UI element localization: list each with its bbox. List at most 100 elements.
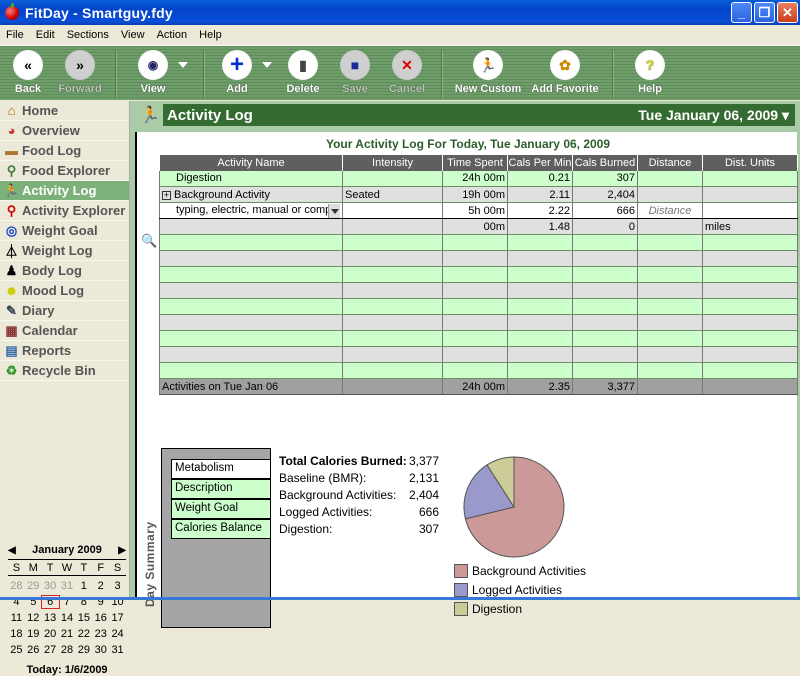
calendar-day[interactable]: 31 bbox=[109, 644, 126, 656]
empty-cell[interactable] bbox=[702, 362, 798, 379]
menu-help[interactable]: Help bbox=[193, 29, 228, 41]
empty-row[interactable] bbox=[159, 250, 798, 267]
close-button[interactable]: ✕ bbox=[777, 2, 798, 23]
empty-cell[interactable] bbox=[637, 266, 703, 283]
empty-cell[interactable] bbox=[702, 266, 798, 283]
empty-cell[interactable] bbox=[507, 282, 573, 299]
calendar-day[interactable]: 23 bbox=[92, 628, 109, 640]
empty-cell[interactable] bbox=[702, 234, 798, 251]
empty-cell[interactable] bbox=[572, 234, 638, 251]
intensity-cell[interactable]: Seated bbox=[342, 186, 443, 203]
empty-cell[interactable] bbox=[442, 362, 508, 379]
calendar-day[interactable]: 31 bbox=[59, 580, 76, 592]
empty-cell[interactable] bbox=[159, 234, 343, 251]
empty-cell[interactable] bbox=[702, 298, 798, 315]
dropdown-arrow-icon[interactable] bbox=[328, 203, 340, 218]
empty-row[interactable] bbox=[159, 282, 798, 299]
empty-cell[interactable] bbox=[637, 314, 703, 331]
sidebar-item-calendar[interactable]: ▦ Calendar bbox=[0, 321, 129, 341]
dist-units-cell[interactable] bbox=[702, 170, 798, 187]
empty-cell[interactable] bbox=[702, 314, 798, 331]
activity-name-cell[interactable]: + Background Activity bbox=[159, 186, 343, 203]
empty-cell[interactable] bbox=[159, 266, 343, 283]
column-header[interactable]: Intensity bbox=[342, 154, 443, 171]
sidebar-item-weight-log[interactable]: ⏃ Weight Log bbox=[0, 241, 129, 261]
empty-cell[interactable] bbox=[702, 250, 798, 267]
calendar-day[interactable]: 29 bbox=[75, 644, 92, 656]
empty-cell[interactable] bbox=[159, 346, 343, 363]
empty-cell[interactable] bbox=[572, 282, 638, 299]
calendar-day[interactable]: 24 bbox=[109, 628, 126, 640]
empty-cell[interactable] bbox=[442, 298, 508, 315]
menu-edit[interactable]: Edit bbox=[30, 29, 61, 41]
time-spent-cell[interactable]: 19h 00m bbox=[442, 186, 508, 203]
cals-per-min-cell[interactable]: 0.21 bbox=[507, 170, 573, 187]
empty-row[interactable] bbox=[159, 362, 798, 379]
empty-cell[interactable] bbox=[507, 362, 573, 379]
column-header[interactable]: Distance bbox=[637, 154, 703, 171]
calendar-day[interactable]: 19 bbox=[25, 628, 42, 640]
empty-cell[interactable] bbox=[442, 346, 508, 363]
empty-cell[interactable] bbox=[572, 250, 638, 267]
empty-cell[interactable] bbox=[637, 234, 703, 251]
empty-cell[interactable] bbox=[342, 346, 443, 363]
expand-icon[interactable]: + bbox=[162, 190, 171, 200]
cals-burned-cell[interactable]: 307 bbox=[572, 170, 638, 187]
calendar-day[interactable]: 17 bbox=[109, 612, 126, 624]
cals-burned-cell[interactable]: 0 bbox=[572, 218, 638, 235]
distance-cell[interactable] bbox=[637, 186, 703, 203]
empty-cell[interactable] bbox=[159, 362, 343, 379]
cals-per-min-cell[interactable]: 2.11 bbox=[507, 186, 573, 203]
empty-cell[interactable] bbox=[159, 250, 343, 267]
column-header[interactable]: Activity Name bbox=[159, 154, 343, 171]
distance-cell[interactable] bbox=[637, 170, 703, 187]
view-dropdown-arrow-icon[interactable] bbox=[178, 62, 188, 68]
empty-cell[interactable] bbox=[507, 250, 573, 267]
empty-cell[interactable] bbox=[342, 250, 443, 267]
prev-month-icon[interactable]: ◀ bbox=[8, 545, 16, 556]
empty-row[interactable] bbox=[159, 330, 798, 347]
sidebar-item-body-log[interactable]: ♟ Body Log bbox=[0, 261, 129, 281]
time-spent-cell[interactable]: 5h 00m bbox=[442, 202, 508, 219]
sidebar-item-home[interactable]: ⌂ Home bbox=[0, 101, 129, 121]
empty-cell[interactable] bbox=[507, 330, 573, 347]
calendar-day[interactable]: 25 bbox=[8, 644, 25, 656]
menu-sections[interactable]: Sections bbox=[61, 29, 115, 41]
time-spent-cell[interactable]: 24h 00m bbox=[442, 170, 508, 187]
menu-view[interactable]: View bbox=[115, 29, 151, 41]
activity-name-cell[interactable]: Digestion bbox=[159, 170, 343, 187]
tab-calories-balance[interactable]: Calories Balance bbox=[171, 519, 271, 539]
empty-row[interactable] bbox=[159, 234, 798, 251]
calendar-day[interactable]: 2 bbox=[92, 580, 109, 592]
intensity-cell[interactable] bbox=[342, 170, 443, 187]
empty-cell[interactable] bbox=[702, 282, 798, 299]
menu-file[interactable]: File bbox=[0, 29, 30, 41]
intensity-cell[interactable] bbox=[342, 218, 443, 235]
column-header[interactable]: Cals Per Min bbox=[507, 154, 573, 171]
view-button[interactable]: ◉ View bbox=[118, 50, 188, 95]
time-spent-cell[interactable]: 00m bbox=[442, 218, 508, 235]
calendar-day[interactable]: 28 bbox=[59, 644, 76, 656]
empty-cell[interactable] bbox=[702, 346, 798, 363]
sidebar-item-activity-log[interactable]: 🏃 Activity Log bbox=[0, 181, 129, 201]
empty-cell[interactable] bbox=[637, 298, 703, 315]
empty-cell[interactable] bbox=[507, 234, 573, 251]
forward-button[interactable]: » Forward bbox=[45, 50, 115, 95]
restore-button[interactable]: ❐ bbox=[754, 2, 775, 23]
calendar-day[interactable]: 22 bbox=[75, 628, 92, 640]
empty-cell[interactable] bbox=[637, 250, 703, 267]
add-favorite-button[interactable]: ✿ Add Favorite bbox=[530, 50, 600, 95]
calendar-day[interactable]: 16 bbox=[92, 612, 109, 624]
calendar-day[interactable]: 18 bbox=[8, 628, 25, 640]
table-row[interactable]: Digestion 24h 00m 0.21 307 bbox=[159, 170, 798, 187]
tab-weight-goal[interactable]: Weight Goal bbox=[171, 499, 271, 519]
empty-cell[interactable] bbox=[442, 314, 508, 331]
empty-cell[interactable] bbox=[159, 330, 343, 347]
empty-cell[interactable] bbox=[342, 298, 443, 315]
help-button[interactable]: ? Help bbox=[615, 50, 685, 95]
calendar-day[interactable]: 27 bbox=[42, 644, 59, 656]
sidebar-item-overview[interactable]: ◕ Overview bbox=[0, 121, 129, 141]
sidebar-item-reports[interactable]: ▤ Reports bbox=[0, 341, 129, 361]
calendar-day[interactable]: 20 bbox=[42, 628, 59, 640]
empty-cell[interactable] bbox=[637, 330, 703, 347]
